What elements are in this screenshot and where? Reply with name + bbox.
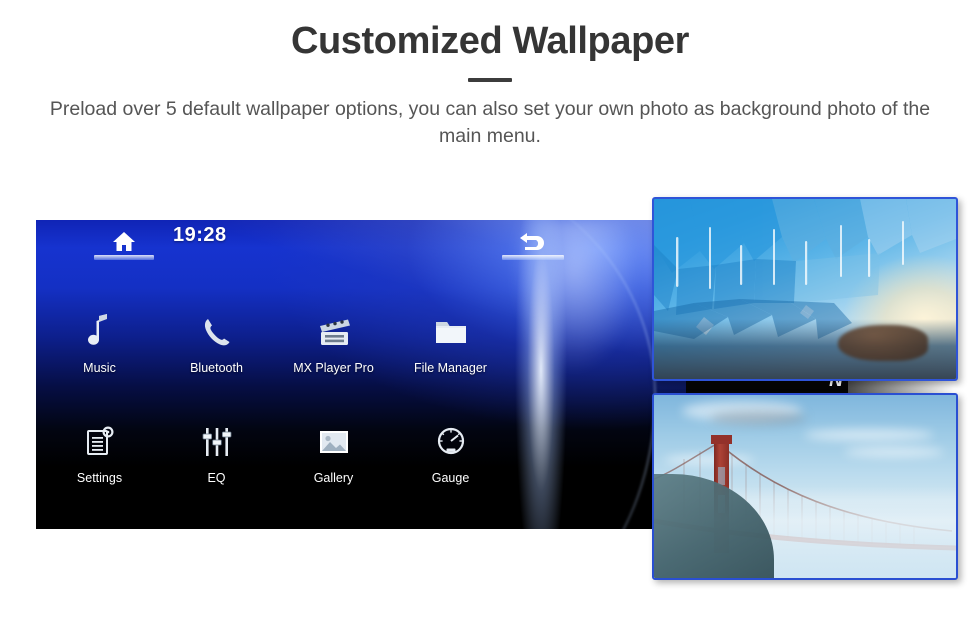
music-note-icon (87, 312, 113, 352)
status-bar: 19:28 (36, 220, 686, 262)
app-label: Music (83, 361, 116, 375)
app-label: File Manager (414, 361, 487, 375)
document-gear-icon (84, 422, 116, 462)
app-file-manager[interactable]: File Manager (397, 312, 504, 422)
golden-gate-bridge-photo (654, 395, 956, 578)
app-label: Gauge (431, 471, 470, 485)
app-label: EQ (207, 471, 226, 485)
page-title: Customized Wallpaper (290, 20, 690, 62)
ice-cave-photo (654, 199, 956, 379)
title-divider (468, 77, 512, 82)
page-subtitle: Preload over 5 default wallpaper options… (49, 97, 931, 148)
app-row-1: Music Bluetooth MX Player Pro File Manag… (36, 312, 686, 422)
app-label: MX Player Pro (293, 361, 374, 375)
wallpaper-thumbnail-golden-gate[interactable] (652, 393, 958, 580)
app-music[interactable]: Music (46, 312, 153, 422)
folder-icon (434, 312, 468, 352)
home-icon (112, 231, 136, 252)
head-unit-screen[interactable]: 19:28 Music Bluetooth MX Player Pro File… (36, 220, 686, 529)
back-button[interactable] (502, 226, 564, 260)
app-label: Gallery (313, 471, 354, 485)
clock-display: 19:28 (173, 224, 227, 246)
app-label: Bluetooth (190, 361, 243, 375)
app-settings[interactable]: Settings (46, 422, 153, 529)
wallpaper-thumbnail-ice-cave[interactable] (652, 197, 958, 381)
page-header: Customized Wallpaper Preload over 5 defa… (0, 0, 980, 151)
back-arrow-icon (517, 231, 549, 251)
app-row-2: Settings EQ Gallery Gauge (36, 422, 686, 529)
clapperboard-icon (317, 312, 351, 352)
app-mx-player-pro[interactable]: MX Player Pro (280, 312, 387, 422)
app-eq[interactable]: EQ (163, 422, 270, 529)
app-gallery[interactable]: Gallery (280, 422, 387, 529)
app-gauge[interactable]: Gauge (397, 422, 504, 529)
speedometer-icon (435, 422, 467, 462)
app-bluetooth[interactable]: Bluetooth (163, 312, 270, 422)
home-button[interactable] (94, 226, 154, 260)
phone-handset-icon (201, 312, 233, 352)
equalizer-sliders-icon (202, 422, 232, 462)
app-grid: Music Bluetooth MX Player Pro File Manag… (36, 312, 686, 529)
picture-icon (318, 422, 350, 462)
app-label: Settings (76, 471, 123, 485)
